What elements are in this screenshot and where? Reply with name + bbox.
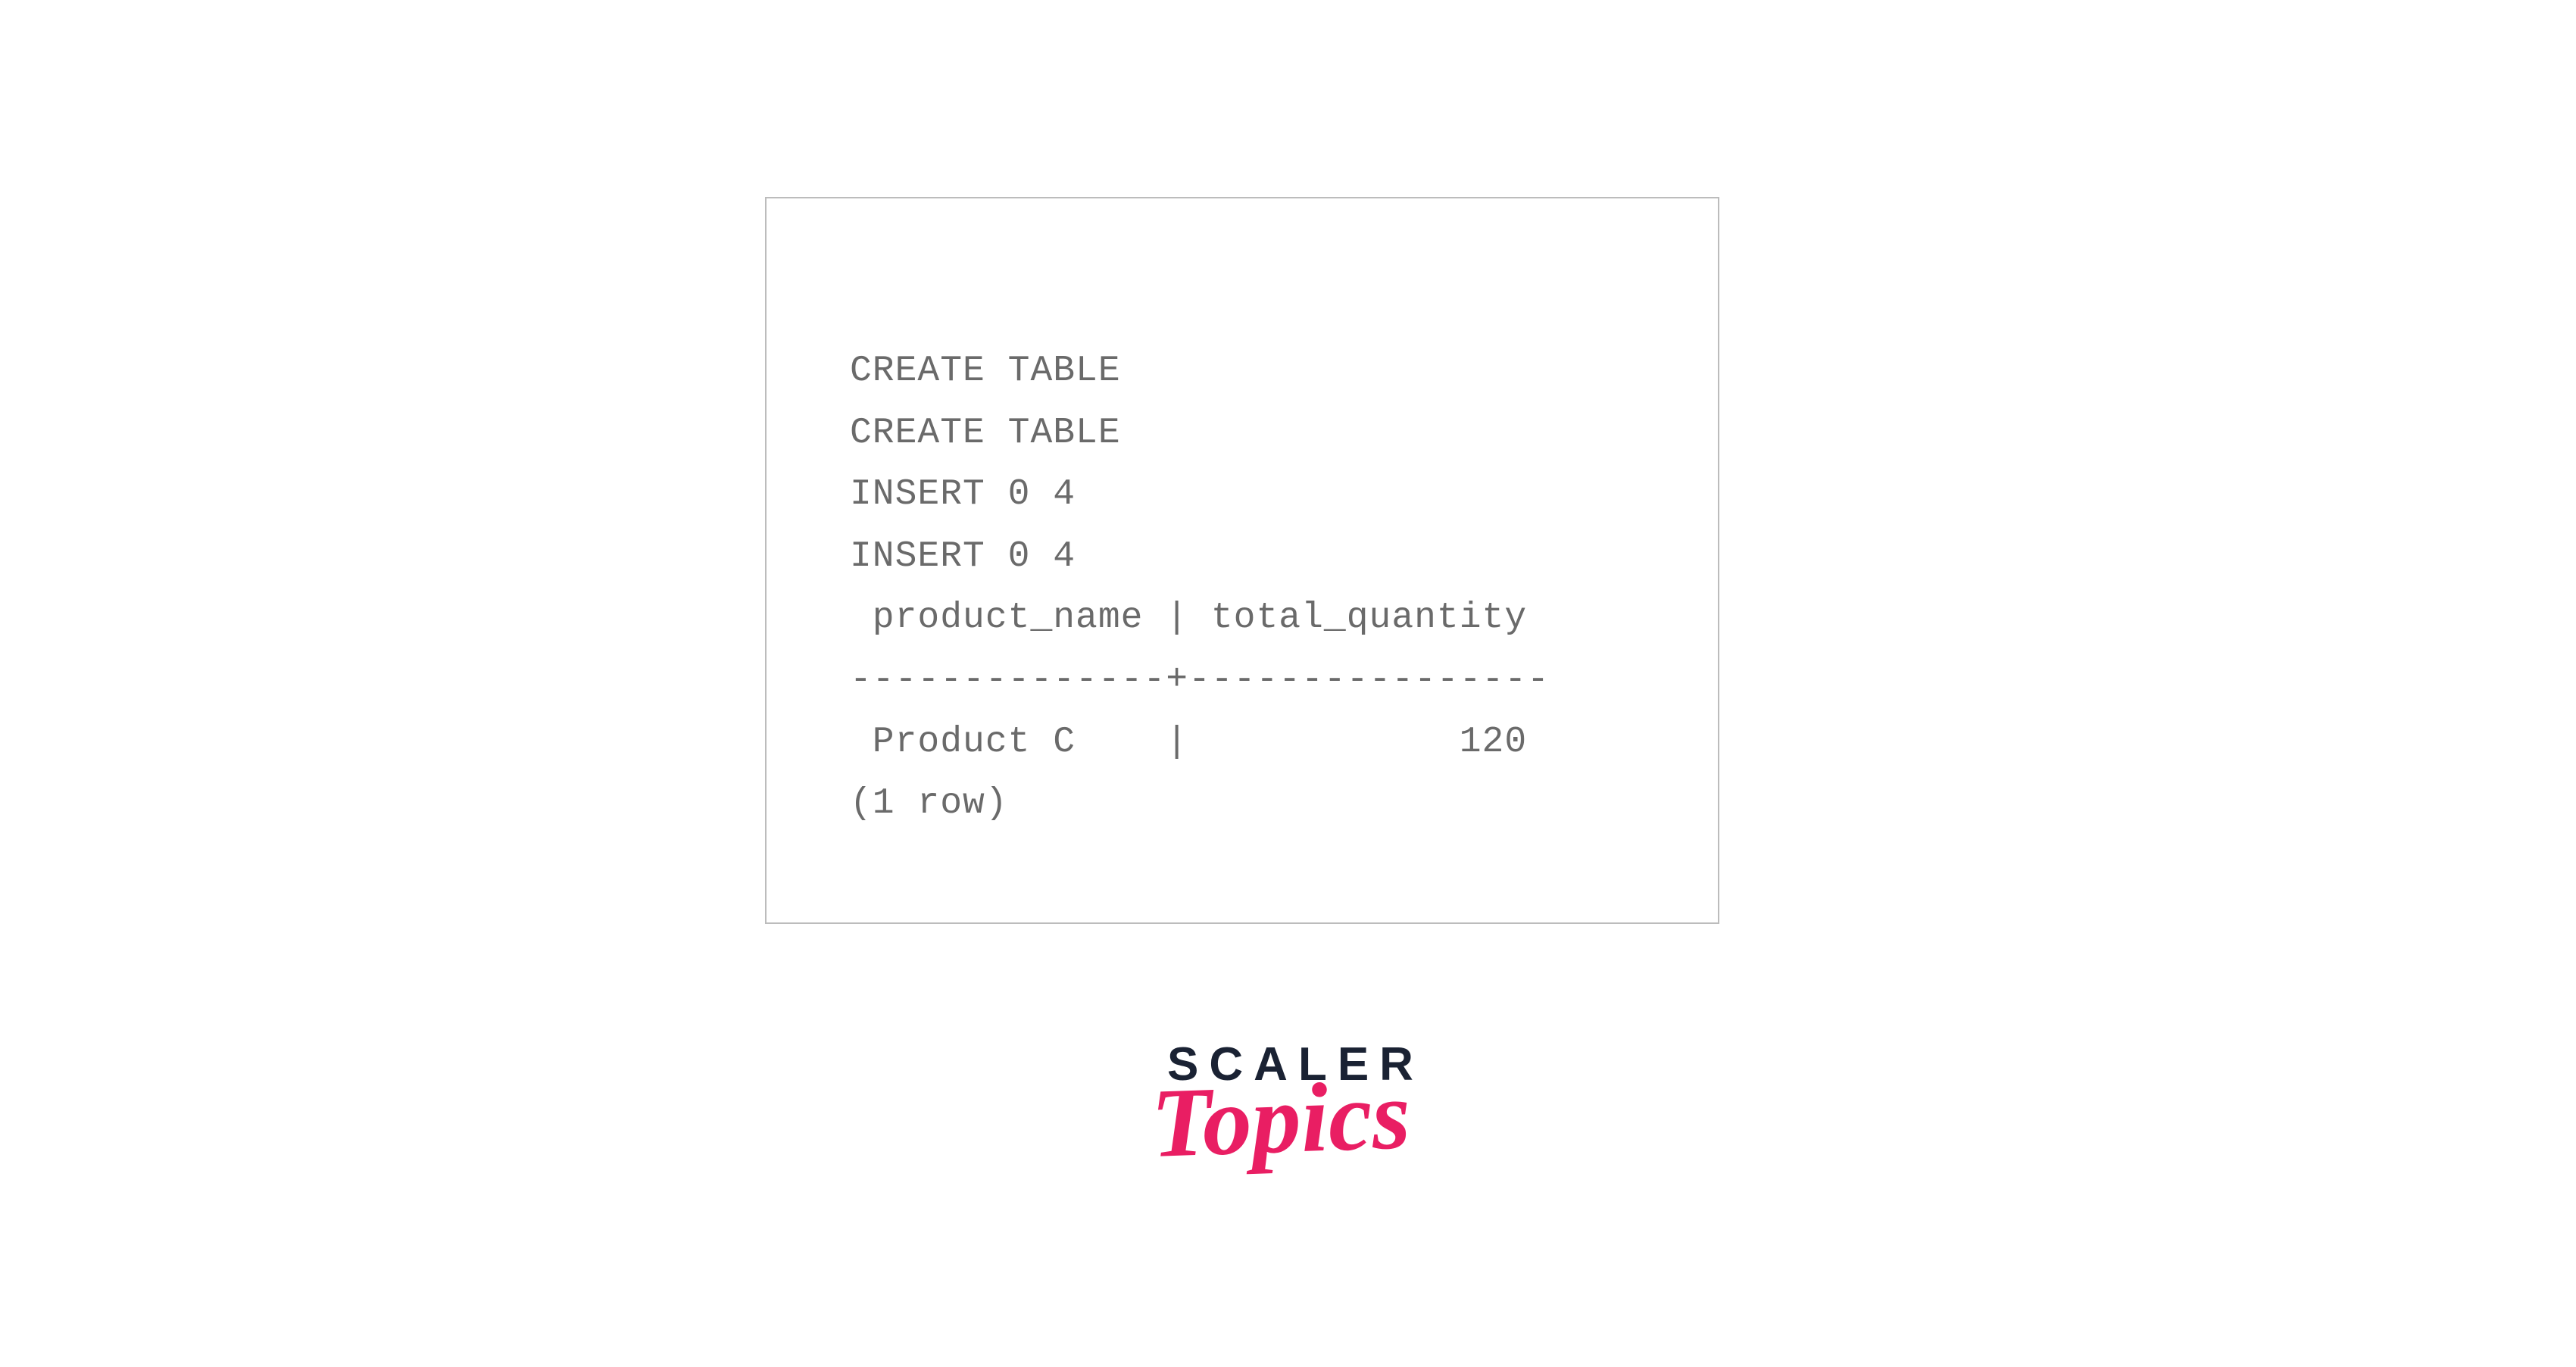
terminal-output-text: CREATE TABLE CREATE TABLE INSERT 0 4 INS… (850, 341, 1672, 835)
brand-word-topics: Topics (1143, 1066, 1418, 1173)
terminal-output-box: CREATE TABLE CREATE TABLE INSERT 0 4 INS… (765, 197, 1719, 924)
brand-logo: SCALER Topics (1152, 1038, 1424, 1169)
page-root: CREATE TABLE CREATE TABLE INSERT 0 4 INS… (0, 0, 2576, 1367)
